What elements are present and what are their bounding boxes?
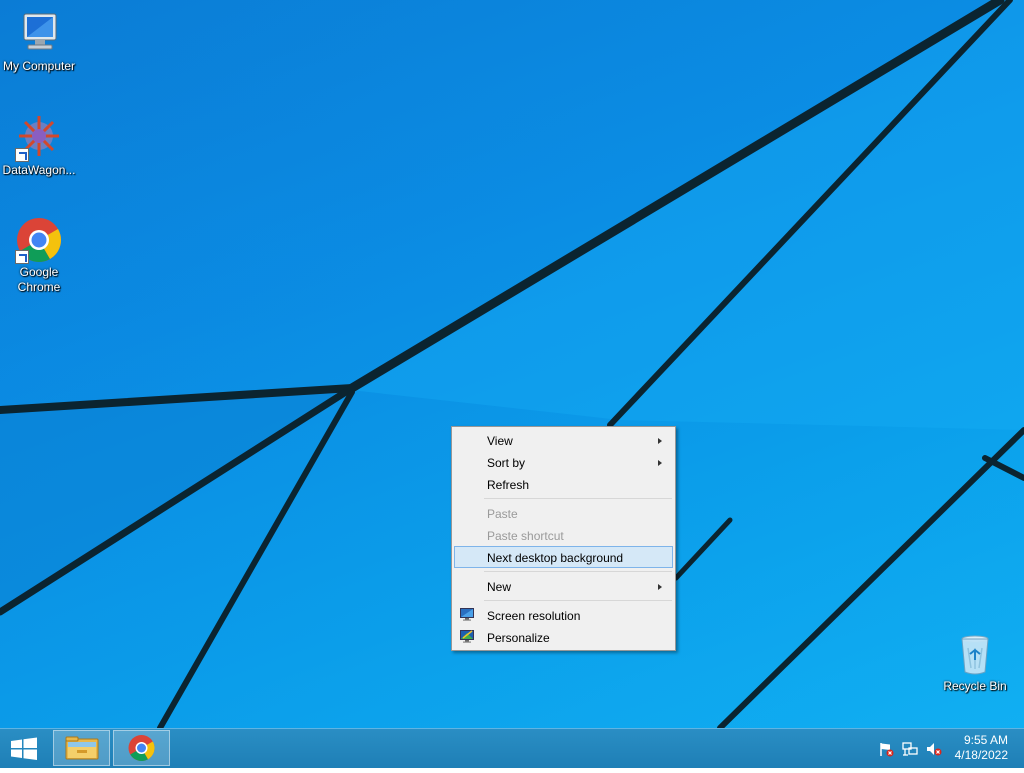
recycle-bin-icon (951, 630, 999, 678)
menu-item-label: Refresh (487, 478, 530, 492)
menu-item-label: New (487, 580, 512, 594)
menu-item-label: Personalize (487, 631, 550, 645)
menu-separator (484, 600, 672, 601)
datawagon-icon (15, 114, 63, 162)
desktop-icon-datawagon[interactable]: DataWagon... (0, 114, 78, 178)
desktop-icon-label: My Computer (2, 59, 76, 73)
taskbar: 9:55 AM 4/18/2022 (0, 728, 1024, 768)
menu-item-new[interactable]: New (454, 575, 673, 597)
menu-item-label: Paste (487, 507, 518, 521)
action-center-flag-icon[interactable] (878, 741, 894, 757)
chrome-icon (15, 216, 63, 264)
shortcut-arrow-icon (15, 250, 29, 264)
desktop-icon-label: Recycle Bin (943, 679, 1007, 693)
desktop-icon-google-chrome[interactable]: Google Chrome (0, 216, 78, 295)
menu-item-label: Sort by (487, 456, 526, 470)
menu-item-label: View (487, 434, 513, 448)
menu-item-paste: Paste (454, 502, 673, 524)
start-button[interactable] (0, 729, 48, 768)
clock-time: 9:55 AM (963, 733, 1008, 747)
personalize-icon (460, 630, 474, 643)
chrome-icon (128, 735, 155, 762)
menu-item-sort-by[interactable]: Sort by (454, 451, 673, 473)
desktop-icon-label: DataWagon... (2, 163, 76, 177)
computer-icon (15, 10, 63, 58)
menu-item-view[interactable]: View (454, 429, 673, 451)
menu-item-label: Next desktop background (487, 551, 624, 565)
system-tray: 9:55 AM 4/18/2022 (864, 729, 1024, 768)
desktop-context-menu: View Sort by Refresh Paste Paste shortcu… (451, 426, 676, 651)
clock-date: 4/18/2022 (954, 748, 1008, 762)
menu-item-label: Screen resolution (487, 609, 581, 623)
menu-item-refresh[interactable]: Refresh (454, 473, 673, 495)
menu-item-label: Paste shortcut (487, 529, 564, 543)
menu-item-paste-shortcut: Paste shortcut (454, 524, 673, 546)
taskbar-file-explorer-button[interactable] (53, 730, 110, 766)
submenu-arrow-icon (658, 438, 662, 444)
desktop-icon-label: Google Chrome (17, 265, 61, 294)
menu-item-next-desktop-background[interactable]: Next desktop background (454, 546, 673, 568)
screen-resolution-icon (460, 608, 474, 621)
shortcut-arrow-icon (15, 148, 29, 162)
menu-item-personalize[interactable]: Personalize (454, 626, 673, 648)
network-icon[interactable] (902, 741, 918, 757)
desktop[interactable]: My Computer DataWagon... Google Chrome R… (0, 0, 1024, 728)
taskbar-clock[interactable]: 9:55 AM 4/18/2022 (938, 733, 1008, 763)
menu-separator (484, 498, 672, 499)
submenu-arrow-icon (658, 584, 662, 590)
windows-logo-icon (11, 737, 37, 760)
desktop-icon-my-computer[interactable]: My Computer (0, 10, 78, 74)
desktop-icon-recycle-bin[interactable]: Recycle Bin (936, 630, 1014, 694)
menu-separator (484, 571, 672, 572)
menu-item-screen-resolution[interactable]: Screen resolution (454, 604, 673, 626)
taskbar-chrome-button[interactable] (113, 730, 170, 766)
submenu-arrow-icon (658, 460, 662, 466)
file-explorer-icon (65, 736, 99, 760)
